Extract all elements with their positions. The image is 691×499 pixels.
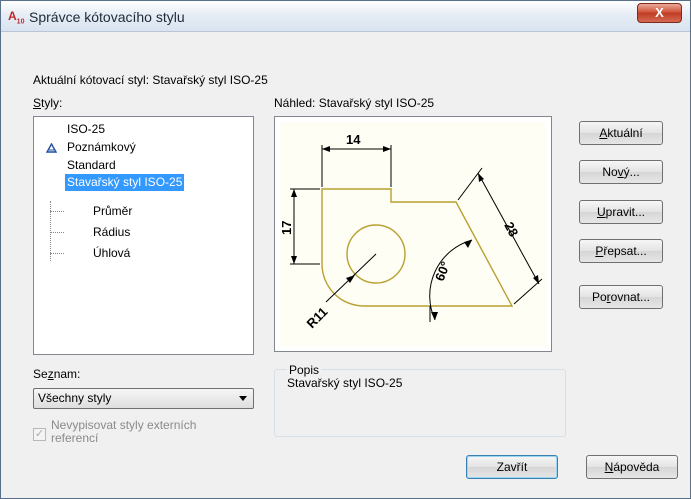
modify-style-button[interactable]: Upravit... <box>579 200 663 224</box>
tree-connector <box>50 211 64 212</box>
compare-styles-button[interactable]: Porovnat... <box>579 285 663 309</box>
help-button[interactable]: Nápověda <box>586 455 678 479</box>
list-filter-label: Seznam: <box>33 367 81 381</box>
dimension-preview-drawing: 14 17 28 60° R11 <box>279 132 543 331</box>
list-filter-dropdown[interactable]: Všechny styly <box>33 388 254 409</box>
dim-text-width: 14 <box>346 132 361 147</box>
current-style-label: Aktuální kótovací styl: Stavařský styl I… <box>33 73 268 87</box>
description-groupbox: Popis Stavařský styl ISO-25 <box>274 363 566 437</box>
arrowhead <box>322 146 330 152</box>
style-item-standard[interactable]: Standard <box>67 157 116 174</box>
check-icon: ✓ <box>34 428 45 440</box>
exclude-xref-checkbox[interactable]: ✓ <box>33 428 46 441</box>
tree-connector <box>50 232 64 233</box>
annotative-triangle-icon <box>46 143 57 153</box>
description-text: Stavařský styl ISO-25 <box>287 376 403 390</box>
chevron-down-icon <box>239 396 247 401</box>
set-current-button[interactable]: Aktuální <box>579 121 663 145</box>
exclude-xref-label: Nevypisovat styly externích referencí <box>51 419 196 445</box>
description-label: Popis <box>287 363 322 377</box>
styles-label: Styly: <box>33 96 63 110</box>
style-item-stavarsky-selected[interactable]: Stavařský styl ISO-25 <box>65 174 185 191</box>
preview-label: Náhled: Stavařský styl ISO-25 <box>274 96 435 110</box>
arrowhead <box>291 189 297 197</box>
dim-text-radius: R11 <box>304 304 331 331</box>
close-button[interactable]: Zavřít <box>466 455 558 479</box>
substyle-item-angular[interactable]: Úhlová <box>93 245 130 262</box>
window-title: Správce kótovacího stylu <box>29 9 185 25</box>
style-item-iso25[interactable]: ISO-25 <box>67 121 105 138</box>
styles-list[interactable]: ISO-25 Poznámkový Standard Stavařský sty… <box>33 116 254 355</box>
tree-connector <box>50 253 64 254</box>
new-style-button[interactable]: Nový... <box>579 160 663 184</box>
autocad-app-icon: A10 <box>8 9 25 26</box>
arrowhead <box>431 312 438 320</box>
substyle-item-radius[interactable]: Rádius <box>93 224 130 241</box>
arrowhead <box>533 275 539 284</box>
preview-panel: 14 17 28 60° R11 <box>274 116 552 352</box>
substyle-item-diameter[interactable]: Průměr <box>93 203 132 220</box>
arrowhead <box>478 173 484 182</box>
arrowhead <box>291 256 297 264</box>
preview-canvas: 14 17 28 60° R11 <box>279 122 546 346</box>
part-outline <box>321 188 514 307</box>
dimension-style-manager-dialog: A10 Správce kótovacího stylu X Aktuální … <box>0 0 691 499</box>
arrowhead <box>464 240 472 248</box>
exclude-xref-label-line2: referencí <box>51 431 99 445</box>
arrowhead <box>383 146 391 152</box>
close-icon: X <box>655 5 664 20</box>
dim-text-slant: 28 <box>501 219 521 239</box>
override-style-button[interactable]: Přepsat... <box>579 239 663 263</box>
close-window-button[interactable]: X <box>637 3 682 23</box>
tree-connector <box>50 201 51 261</box>
dim-text-height: 17 <box>280 221 294 235</box>
title-bar: A10 Správce kótovacího stylu X <box>1 1 690 32</box>
dim-text-angle: 60° <box>432 259 453 283</box>
style-item-annotative[interactable]: Poznámkový <box>67 139 136 156</box>
list-filter-value: Všechny styly <box>38 391 112 405</box>
